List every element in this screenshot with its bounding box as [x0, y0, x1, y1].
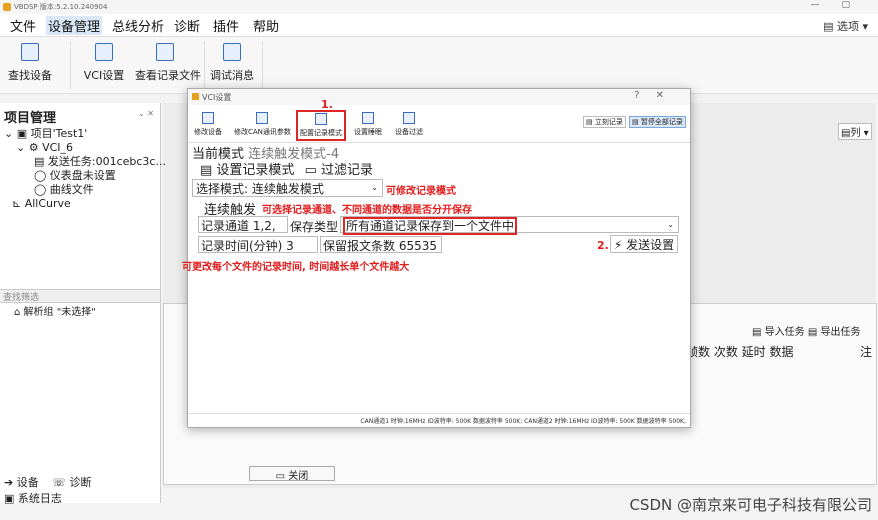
pin-close-icon[interactable]: ⌄ ✕	[138, 109, 154, 118]
record-time-stepper[interactable]: 记录时间(分钟) 3	[198, 236, 318, 253]
project-tree: ⌄ ▣ 项目'Test1' ⌄ ⚙ VCI_6 ▤ 发送任务:001cebc3c…	[4, 127, 166, 211]
tree-item-vci[interactable]: ⌄ ⚙ VCI_6	[4, 141, 166, 155]
tree-item-project[interactable]: ⌄ ▣ 项目'Test1'	[4, 127, 166, 141]
filter-input[interactable]: 查找筛选	[3, 290, 39, 303]
chevron-down-icon: ⌄	[371, 183, 378, 192]
tab-filter-record[interactable]: ▭ 过滤记录	[305, 163, 373, 178]
task-table-header: 帧数 次数 延时 数据	[686, 345, 794, 359]
vci-settings-dialog: VCI设置 ?✕ 修改设备 修改CAN通讯参数 配置记录模式 1. 设置睡眠 设…	[182, 88, 691, 428]
ribbon-separator	[262, 41, 263, 89]
set-sleep-button[interactable]: 设置睡眠	[354, 112, 382, 137]
tree-item-allcurve[interactable]: ⊾ AllCurve	[4, 197, 166, 211]
task-buttons: ▤ 导入任务 ▤ 导出任务	[752, 323, 860, 338]
dialog-logo-icon	[192, 93, 199, 100]
import-task-button[interactable]: ▤ 导入任务	[752, 327, 805, 338]
record-now-button[interactable]: ▤ 立刻记录	[583, 116, 626, 128]
close-button[interactable]: ▭ 关闭	[249, 466, 335, 482]
keep-msgs-stepper[interactable]: 保留报文条数 65535	[320, 236, 442, 253]
menu-bar: 文件 设备管理 总线分析 诊断 插件 帮助 ▤ 选项 ▾	[0, 14, 878, 37]
dialog-controls: ?✕	[634, 90, 680, 101]
can-params-icon	[256, 112, 269, 124]
dialog-title: VCI设置	[202, 93, 232, 102]
step2-annotation: 2.	[597, 239, 609, 252]
dialog-close-button[interactable]: ✕	[656, 90, 680, 101]
dialog-titlebar: VCI设置 ?✕	[188, 89, 690, 105]
filter-icon	[403, 112, 415, 124]
export-task-button[interactable]: ▤ 导出任务	[808, 327, 861, 338]
modify-can-params-button[interactable]: 修改CAN通讯参数	[234, 112, 291, 137]
time-note-annotation: 可更改每个文件的记录时间, 时间越长单个文件越大	[182, 262, 410, 273]
note-column-header: 注	[860, 345, 873, 359]
options-menu[interactable]: ▤ 选项 ▾	[823, 18, 868, 34]
bottom-tabs: ➔ 设备 ☏ 诊断	[0, 474, 160, 490]
watermark: CSDN @南京来可电子科技有限公司	[629, 496, 872, 514]
minimize-button[interactable]: —	[810, 0, 841, 10]
sleep-icon	[362, 112, 374, 124]
tab-diagnose[interactable]: ☏ 诊断	[52, 476, 91, 489]
config-record-mode-button[interactable]: 配置记录模式	[296, 110, 346, 141]
save-type-dropdown[interactable]: 所有通道记录保存到一个文件中 ⌄	[340, 216, 679, 235]
find-device-button[interactable]: 查找设备	[0, 43, 60, 83]
menu-device-mgmt[interactable]: 设备管理	[46, 16, 103, 35]
menu-help[interactable]: 帮助	[251, 16, 281, 35]
tab-set-record-mode[interactable]: ▤ 设置记录模式	[200, 163, 294, 178]
save-type-label: 保存类型	[290, 220, 339, 234]
mode-note-annotation: 可修改记录模式	[386, 186, 456, 197]
maximize-button[interactable]: ▢	[841, 0, 872, 10]
parse-group-item[interactable]: ⌂ 解析组 "未选择"	[14, 303, 96, 318]
step1-annotation: 1.	[321, 98, 333, 111]
select-mode-dropdown[interactable]: 选择模式: 连续触发模式 ⌄	[192, 179, 383, 197]
dialog-status-bar: CAN通道1 时钟:16MHz ID波特率: 500K 数据波特率 500K; …	[188, 413, 690, 426]
menu-file[interactable]: 文件	[8, 16, 38, 35]
menu-plugin[interactable]: 插件	[211, 16, 241, 35]
debug-icon	[223, 43, 241, 61]
record-channel-field[interactable]: 记录通道 1,2,	[198, 216, 288, 233]
send-settings-button[interactable]: ⚡ 发送设置	[610, 235, 678, 253]
view-record-file-button[interactable]: 查看记录文件	[135, 43, 201, 83]
ribbon-toolbar: 查找设备 VCI设置 查看记录文件 调试消息	[0, 37, 878, 94]
tab-device[interactable]: ➔ 设备	[4, 476, 39, 489]
system-log-tab[interactable]: ▣ 系统日志	[0, 490, 160, 506]
chevron-down-icon: ⌄	[667, 220, 674, 229]
edit-device-icon	[202, 112, 214, 124]
project-manager-panel: 项目管理 ⌄ ✕ ⌄ ▣ 项目'Test1' ⌄ ⚙ VCI_6 ▤ 发送任务:…	[0, 103, 166, 503]
tree-item-curve-file[interactable]: ◯ 曲线文件	[4, 183, 166, 197]
modify-device-button[interactable]: 修改设备	[194, 112, 222, 137]
search-device-icon	[21, 43, 39, 61]
panel-title: 项目管理	[4, 111, 57, 126]
window-controls[interactable]: —▢	[810, 0, 872, 10]
vci-gear-icon	[95, 43, 113, 61]
ribbon-separator	[70, 41, 71, 89]
app-title: VBDSP 版本:5.2.10.240904	[14, 3, 108, 11]
tree-item-dashboard[interactable]: ◯ 仪表盘未设置	[4, 169, 166, 183]
record-mode-icon	[315, 113, 327, 125]
dialog-toolbar: 修改设备 修改CAN通讯参数 配置记录模式 1. 设置睡眠 设备过滤 ▤ 立刻记…	[188, 98, 690, 143]
help-button[interactable]: ?	[634, 90, 655, 101]
filter-bar[interactable]: 查找筛选	[0, 289, 160, 303]
debug-message-button[interactable]: 调试消息	[202, 43, 262, 83]
app-titlebar: VBDSP 版本:5.2.10.240904 —▢	[0, 0, 878, 14]
can-channel-status: CAN通道1 时钟:16MHz ID波特率: 500K 数据波特率 500K; …	[360, 418, 686, 425]
document-icon	[156, 43, 174, 61]
dialog-tabs: ▤ 设置记录模式 ▭ 过滤记录	[200, 159, 373, 178]
menu-bus-analysis[interactable]: 总线分析	[110, 16, 166, 35]
vci-settings-button[interactable]: VCI设置	[74, 43, 134, 83]
pause-all-records-button[interactable]: ▤ 暂停全部记录	[629, 116, 686, 128]
device-filter-button[interactable]: 设备过滤	[395, 112, 423, 137]
channel-note-annotation: 可选择记录通道、不同通道的数据是否分开保存	[262, 205, 472, 216]
tree-item-send-task[interactable]: ▤ 发送任务:001cebc3c...	[4, 155, 166, 169]
menu-diagnose[interactable]: 诊断	[172, 16, 202, 35]
column-button[interactable]: ▤列 ▾	[838, 123, 872, 140]
app-logo-icon	[3, 3, 11, 11]
